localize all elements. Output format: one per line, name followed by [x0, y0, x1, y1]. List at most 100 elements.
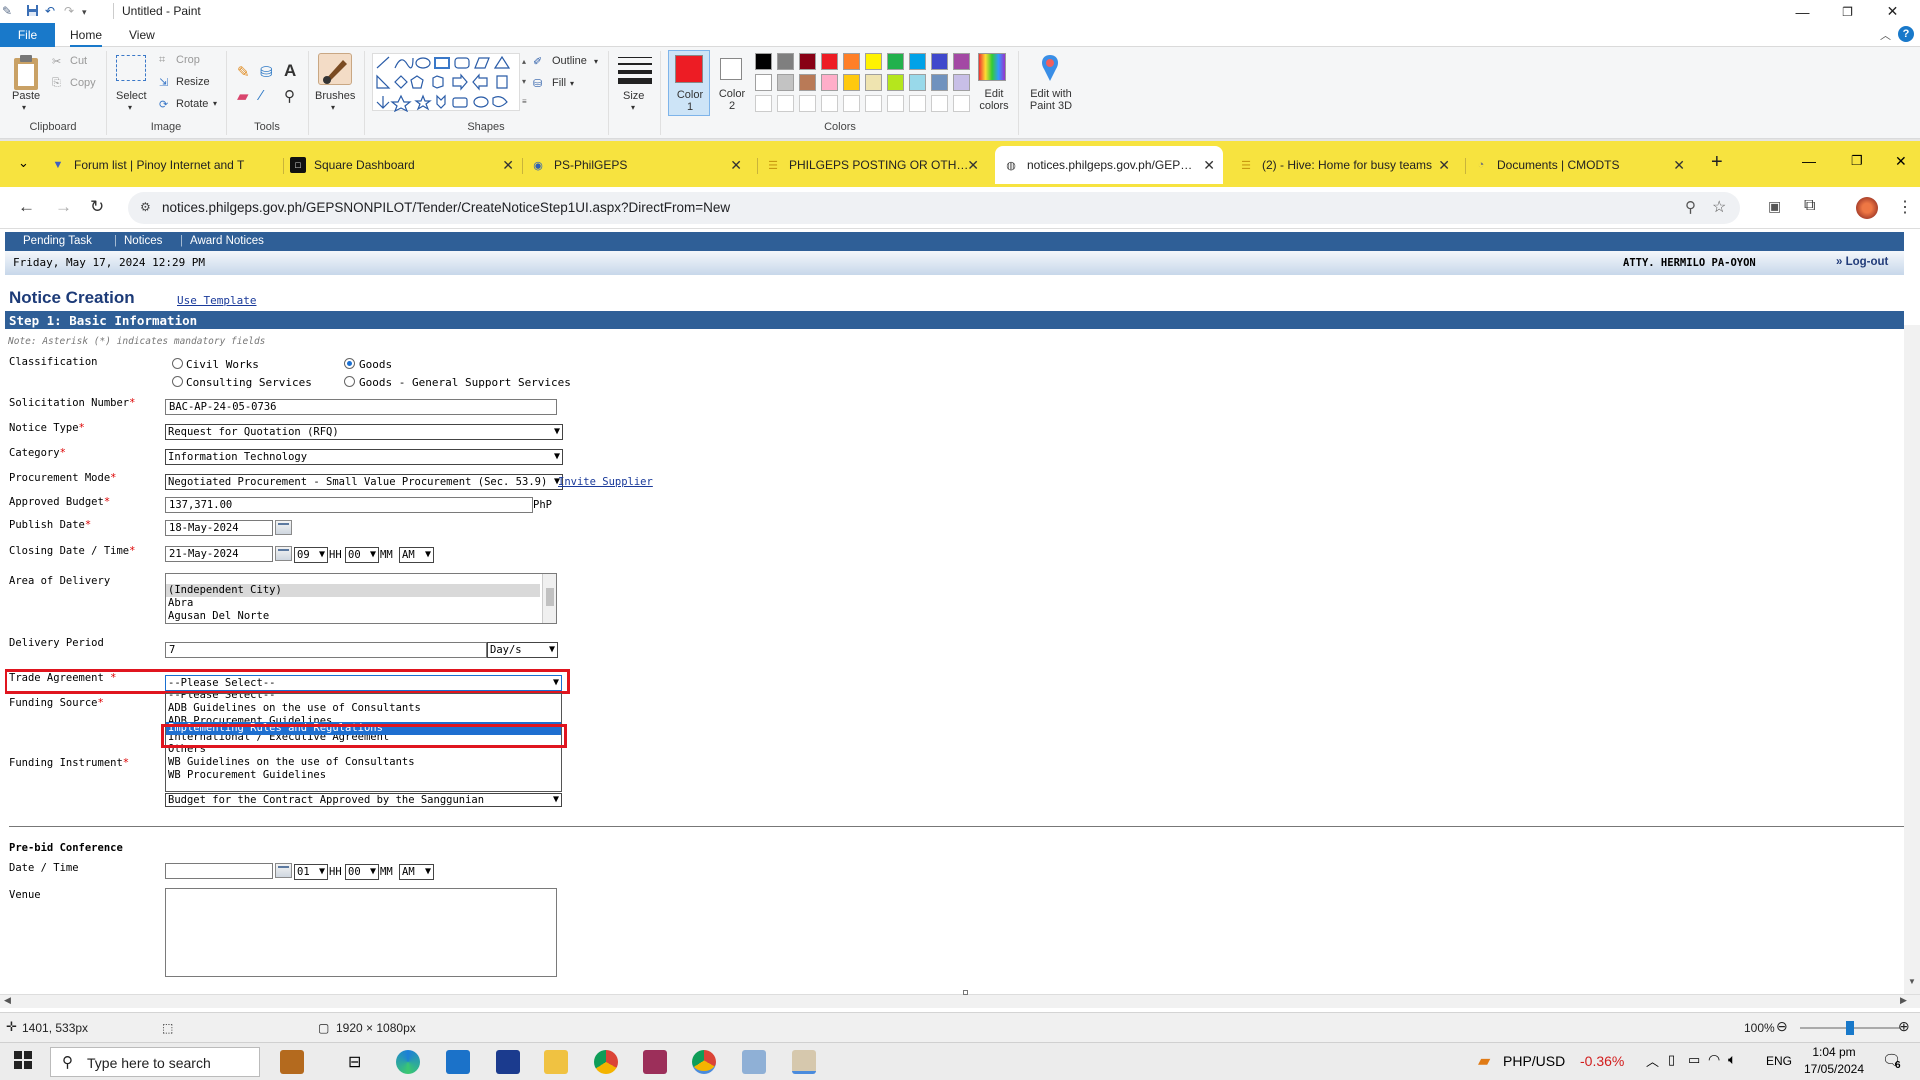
tab-view[interactable]: View: [129, 28, 155, 42]
canvas-resize-handle[interactable]: [963, 990, 968, 995]
invite-supplier-link[interactable]: Invite Supplier: [558, 476, 653, 488]
fill-button[interactable]: Fill: [552, 77, 566, 89]
prebid-calendar-icon[interactable]: [275, 863, 292, 878]
close-tab-icon[interactable]: ✕: [1438, 157, 1450, 174]
clock-time[interactable]: 1:04 pm: [1812, 1045, 1856, 1059]
tray-app-icon[interactable]: ▯: [1668, 1052, 1675, 1068]
dropdown-option[interactable]: ADB Procurement Guidelines: [166, 715, 561, 722]
copy-button[interactable]: Copy: [70, 77, 96, 89]
brushes-button[interactable]: Brushes: [315, 90, 355, 102]
palette-swatch-empty[interactable]: [865, 95, 882, 112]
magnifier-icon[interactable]: ⚲: [284, 87, 295, 105]
toolbox-icon[interactable]: [280, 1050, 304, 1074]
brushes-icon[interactable]: [318, 53, 352, 85]
venue-textarea[interactable]: [165, 888, 557, 977]
delivery-period-input[interactable]: 7: [165, 642, 487, 658]
browser-menu-icon[interactable]: ⋮: [1897, 197, 1913, 217]
zoom-slider[interactable]: [1800, 1021, 1900, 1035]
nav-award-notices[interactable]: Award Notices: [190, 235, 264, 247]
zoom-out-icon[interactable]: ⊖: [1776, 1018, 1788, 1035]
palette-swatch-empty[interactable]: [843, 95, 860, 112]
dropdown-option[interactable]: WB Procurement Guidelines: [166, 769, 561, 782]
palette-swatch[interactable]: [953, 74, 970, 91]
list-item[interactable]: (Independent City): [166, 584, 540, 597]
tray-chevron-icon[interactable]: ︿: [1646, 1051, 1659, 1070]
pen-app-icon[interactable]: [742, 1050, 766, 1074]
publish-date-input[interactable]: 18-May-2024: [165, 520, 273, 536]
minimize-button[interactable]: —: [1780, 0, 1825, 23]
select-icon[interactable]: [116, 55, 146, 81]
logout-link[interactable]: » Log-out: [1836, 256, 1888, 268]
page-vertical-scrollbar[interactable]: ▼: [1904, 325, 1920, 994]
dropdown-option[interactable]: --Please Select--: [166, 694, 561, 702]
closing-date-input[interactable]: 21-May-2024: [165, 546, 273, 562]
edit-with-paint3d-button[interactable]: Edit with Paint 3D: [1026, 88, 1076, 112]
size-button[interactable]: Size: [623, 90, 644, 102]
palette-swatch-empty[interactable]: [887, 95, 904, 112]
palette-swatch[interactable]: [865, 74, 882, 91]
pencil-icon[interactable]: ✎: [237, 63, 250, 81]
zoom-in-icon[interactable]: ⊕: [1898, 1018, 1910, 1035]
close-tab-icon[interactable]: ✕: [730, 157, 742, 174]
browser-restore-button[interactable]: ❐: [1851, 153, 1863, 169]
palette-swatch[interactable]: [843, 74, 860, 91]
edge-icon[interactable]: [396, 1050, 420, 1074]
palette-swatch[interactable]: [777, 53, 794, 70]
new-tab-icon[interactable]: +: [1711, 151, 1723, 174]
palette-swatch-empty[interactable]: [777, 95, 794, 112]
browser-tab-ps-philgeps[interactable]: ◉ PS-PhilGEPS ✕: [530, 146, 750, 184]
taskbar-search[interactable]: ⚲ Type here to search: [50, 1047, 260, 1077]
crop-button[interactable]: Crop: [176, 54, 200, 66]
eraser-icon[interactable]: ▰: [237, 87, 249, 105]
cut-button[interactable]: Cut: [70, 55, 87, 67]
edit-colors-icon[interactable]: [978, 53, 1006, 81]
browser-tab-documents-cmodts[interactable]: ◔ Documents | CMODTS ✕: [1473, 146, 1693, 184]
close-tab-icon[interactable]: ✕: [1203, 157, 1215, 174]
procurement-mode-select[interactable]: Negotiated Procurement - Small Value Pro…: [165, 474, 563, 490]
chrome-icon[interactable]: [594, 1050, 618, 1074]
site-info-icon[interactable]: ⚙: [140, 200, 151, 214]
palette-swatch[interactable]: [931, 74, 948, 91]
undo-icon[interactable]: ↶: [45, 4, 55, 18]
palette-swatch[interactable]: [755, 53, 772, 70]
wifi-icon[interactable]: ◠: [1708, 1051, 1720, 1068]
collapse-ribbon-icon[interactable]: ︿: [1880, 27, 1891, 43]
palette-swatch[interactable]: [931, 53, 948, 70]
close-button[interactable]: ✕: [1870, 0, 1915, 23]
palette-swatch[interactable]: [843, 53, 860, 70]
forward-icon[interactable]: →: [55, 197, 72, 217]
mail-icon[interactable]: [446, 1050, 470, 1074]
nav-notices[interactable]: Notices: [124, 235, 162, 247]
color2-selector[interactable]: Color 2: [714, 50, 752, 116]
restore-button[interactable]: ❐: [1825, 0, 1870, 23]
zoom-slider-thumb[interactable]: [1846, 1021, 1854, 1035]
address-bar[interactable]: ⚙ notices.philgeps.gov.ph/GEPSNONPILOT/T…: [128, 192, 1740, 224]
profile-avatar[interactable]: [1856, 197, 1878, 219]
shapes-expand-icon[interactable]: ≡: [522, 97, 527, 106]
volume-icon[interactable]: 🔈︎: [1728, 1051, 1736, 1068]
chrome-active-icon[interactable]: [692, 1050, 716, 1074]
prebid-minute-select[interactable]: 00 ▼: [345, 864, 379, 880]
close-tab-icon[interactable]: ✕: [1673, 157, 1685, 174]
palette-swatch[interactable]: [865, 53, 882, 70]
snagit-icon[interactable]: [643, 1050, 667, 1074]
approved-budget-input[interactable]: 137,371.00: [165, 497, 533, 513]
radio-consulting-services[interactable]: [172, 376, 183, 387]
closing-minute-select[interactable]: 00 ▼: [345, 547, 379, 563]
browser-close-button[interactable]: ✕: [1895, 153, 1907, 170]
closing-calendar-icon[interactable]: [275, 546, 292, 561]
reload-icon[interactable]: ↻: [90, 197, 104, 217]
list-scrollbar[interactable]: [542, 574, 556, 623]
publish-calendar-icon[interactable]: [275, 520, 292, 535]
select-button[interactable]: Select: [116, 90, 147, 102]
solicitation-number-input[interactable]: BAC-AP-24-05-0736: [165, 399, 557, 415]
tray-device-icon[interactable]: ▭: [1688, 1052, 1700, 1068]
shapes-gallery[interactable]: [372, 53, 520, 112]
paste-label[interactable]: Paste: [12, 90, 40, 102]
browser-tab-notices-active[interactable]: ◍ notices.philgeps.gov.ph/GEPSN ✕: [995, 146, 1223, 184]
fill-bucket-icon[interactable]: ⛁: [260, 63, 273, 81]
resize-button[interactable]: Resize: [176, 76, 210, 88]
url-text[interactable]: notices.philgeps.gov.ph/GEPSNONPILOT/Ten…: [162, 200, 730, 215]
clock-date[interactable]: 17/05/2024: [1798, 1062, 1870, 1076]
radio-civil-works[interactable]: [172, 358, 183, 369]
